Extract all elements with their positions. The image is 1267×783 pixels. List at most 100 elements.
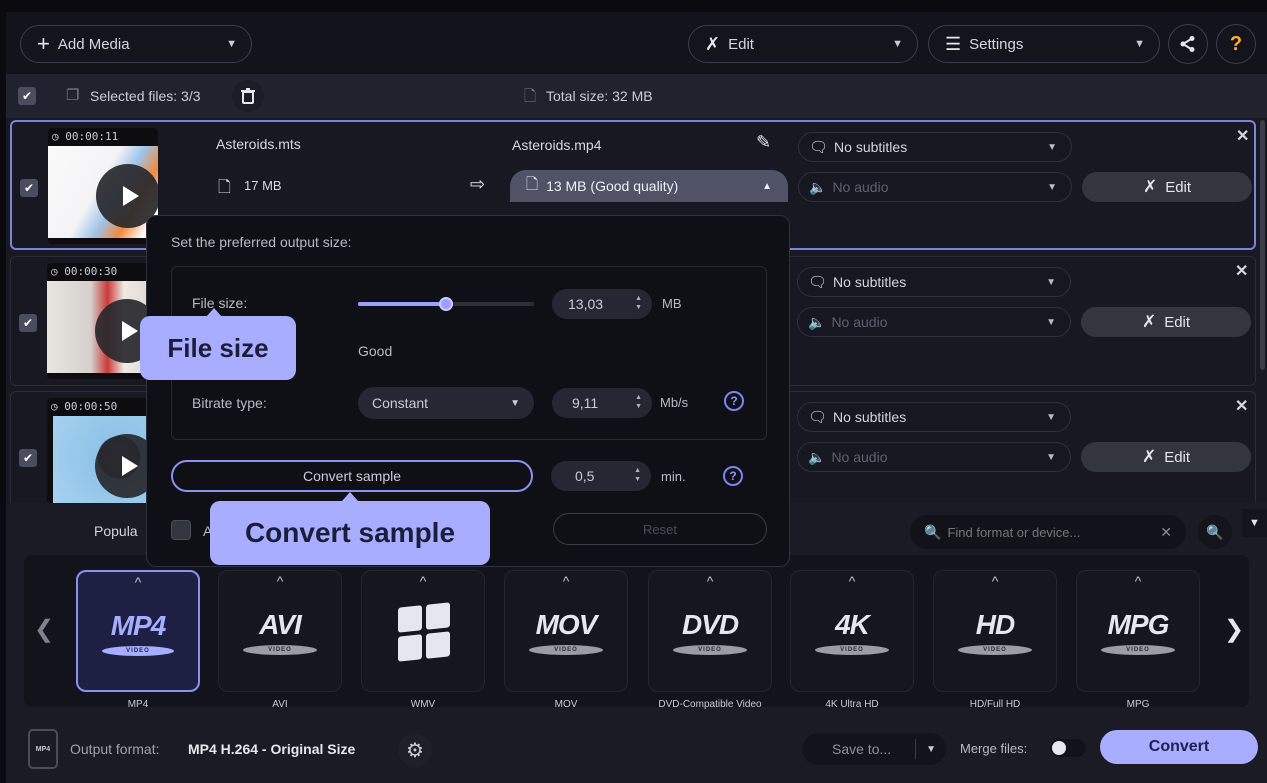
format-carousel: ❮ ❯ ^ MP4 VIDEO MP4 ^ AVI VIDEO AVI ^ WMV ^ MOV VIDE… [24, 555, 1249, 710]
video-thumbnail[interactable]: ◷ 00:00:11 [48, 128, 158, 244]
slider-handle[interactable] [439, 297, 453, 311]
convert-button[interactable]: Convert [1100, 730, 1258, 764]
file-size-slider[interactable] [358, 297, 534, 311]
remove-file-button[interactable]: ✕ [1235, 261, 1248, 281]
file-list-scrollbar[interactable] [1260, 120, 1265, 370]
bitrate-help-icon[interactable]: ? [724, 391, 744, 411]
settings-menu-button[interactable]: ☰ Settings ▼ [928, 25, 1160, 63]
chevron-up-icon[interactable]: ^ [505, 573, 627, 589]
file-edit-button[interactable]: ✗ Edit [1081, 307, 1251, 337]
format-card-dvd-compatible-video[interactable]: ^ DVD VIDEO [648, 570, 772, 692]
bottom-bar: MP4 Output format: MP4 H.264 - Original … [6, 715, 1267, 783]
file-checkbox[interactable]: ✔ [19, 314, 37, 332]
output-size-label: 13 MB (Good quality) [546, 178, 679, 194]
stepper-arrows-icon[interactable]: ▲ ▼ [635, 294, 642, 312]
video-disc-icon: VIDEO [529, 645, 603, 655]
format-card-mov[interactable]: ^ MOV VIDEO [504, 570, 628, 692]
file-edit-label: Edit [1165, 178, 1192, 196]
save-to-dropdown[interactable]: Save to... ▼ [802, 733, 946, 765]
audio-label: No audio [831, 449, 888, 465]
rename-pencil-icon[interactable]: ✎ [756, 132, 771, 153]
sample-length-input[interactable]: 0,5 ▲ ▼ [551, 461, 651, 491]
popup-title: Set the preferred output size: [171, 234, 352, 250]
subtitles-dropdown[interactable]: 🗨 No subtitles ▼ [797, 402, 1071, 432]
chevron-down-icon: ▼ [1046, 411, 1056, 423]
chevron-up-icon[interactable]: ^ [934, 573, 1056, 589]
speech-bubble-icon: 🗨 [809, 139, 829, 156]
convert-sample-button[interactable]: Convert sample [171, 460, 533, 492]
file-edit-button[interactable]: ✗ Edit [1082, 172, 1252, 202]
file-edit-button[interactable]: ✗ Edit [1081, 442, 1251, 472]
output-size-dropdown[interactable]: 🗋 13 MB (Good quality) ▲ [510, 170, 788, 202]
audio-label: No audio [832, 179, 889, 195]
add-media-button[interactable]: + Add Media ▼ [20, 25, 252, 63]
format-search-input[interactable] [947, 524, 1148, 540]
reset-button[interactable]: Reset [553, 513, 767, 545]
chevron-up-icon[interactable]: ^ [1077, 573, 1199, 589]
duration-label: ◷ 00:00:30 [51, 265, 118, 278]
next-formats-button[interactable]: ❯ [1224, 615, 1244, 644]
edit-menu-button[interactable]: ✗ Edit ▼ [688, 25, 918, 63]
merge-files-toggle[interactable] [1050, 739, 1086, 757]
prev-formats-button[interactable]: ❮ [34, 615, 54, 644]
file-size-value: 13,03 [568, 296, 604, 312]
file-size-input[interactable]: 13,03 ▲ ▼ [552, 289, 652, 319]
search-icon: 🔍 [924, 523, 942, 540]
stepper-arrows-icon[interactable]: ▲ ▼ [635, 393, 642, 411]
chevron-up-icon[interactable]: ^ [219, 573, 341, 589]
audio-dropdown[interactable]: 🔈 No audio ▼ [798, 172, 1072, 202]
chevron-down-icon: ▼ [1249, 517, 1260, 529]
file-checkbox[interactable]: ✔ [19, 449, 37, 467]
bitrate-type-value: Constant [372, 395, 429, 411]
help-button[interactable]: ? [1216, 24, 1256, 64]
plus-icon: + [37, 31, 50, 56]
format-card-4k-ultra-hd[interactable]: ^ 4K VIDEO [790, 570, 914, 692]
video-disc-icon: VIDEO [102, 646, 174, 656]
stepper-arrows-icon[interactable]: ▲ ▼ [634, 466, 641, 484]
windows-logo-icon [398, 602, 450, 662]
output-settings-button[interactable]: ⚙ [398, 733, 432, 767]
speech-bubble-icon: 🗨 [808, 274, 828, 291]
format-card-mpg[interactable]: ^ MPG VIDEO [1076, 570, 1200, 692]
share-button[interactable] [1168, 24, 1208, 64]
audio-label: No audio [831, 314, 888, 330]
audio-dropdown[interactable]: 🔈 No audio ▼ [797, 307, 1071, 337]
format-card-hd-full-hd[interactable]: ^ HD VIDEO [933, 570, 1057, 692]
clear-search-icon[interactable]: ✕ [1160, 524, 1172, 541]
subtitles-dropdown[interactable]: 🗨 No subtitles ▼ [797, 267, 1071, 297]
remove-file-button[interactable]: ✕ [1235, 396, 1248, 416]
reset-label: Reset [643, 521, 677, 537]
chevron-down-icon: ▼ [926, 743, 936, 755]
file-icon: 🗋 [218, 179, 231, 196]
tools-icon: ✗ [705, 33, 721, 54]
bitrate-value: 9,11 [572, 395, 599, 411]
audio-dropdown[interactable]: 🔈 No audio ▼ [797, 442, 1071, 472]
chevron-up-icon[interactable]: ^ [791, 573, 913, 589]
subtitles-dropdown[interactable]: 🗨 No subtitles ▼ [798, 132, 1072, 162]
remove-file-button[interactable]: ✕ [1236, 126, 1249, 146]
format-card-avi[interactable]: ^ AVI VIDEO [218, 570, 342, 692]
file-size-tooltip: File size [140, 316, 296, 380]
chevron-up-icon[interactable]: ^ [362, 573, 484, 589]
collapse-formats-button[interactable]: ▼ [1242, 509, 1267, 537]
bitrate-type-dropdown[interactable]: Constant ▼ [358, 387, 534, 419]
chevron-up-icon[interactable]: ^ [649, 573, 771, 589]
delete-button[interactable] [232, 80, 264, 112]
convert-sample-tooltip: Convert sample [210, 501, 490, 565]
subtitles-label: No subtitles [833, 409, 907, 425]
chevron-up-icon[interactable]: ^ [78, 574, 198, 590]
apply-all-checkbox[interactable] [171, 520, 191, 540]
popular-tab[interactable]: Popula [94, 523, 138, 539]
file-checkbox[interactable]: ✔ [20, 179, 38, 197]
format-search[interactable]: 🔍 ✕ [910, 515, 1186, 549]
bitrate-input[interactable]: 9,11 ▲ ▼ [552, 388, 652, 418]
format-card-mp4[interactable]: ^ MP4 VIDEO [76, 570, 200, 692]
sample-length-value: 0,5 [575, 468, 595, 484]
select-all-checkbox[interactable]: ✔ [18, 87, 36, 105]
format-card-wmv[interactable]: ^ [361, 570, 485, 692]
top-toolbar: + Add Media ▼ ✗ Edit ▼ ☰ Settings ▼ ? [6, 12, 1267, 74]
sample-help-icon[interactable]: ? [723, 466, 743, 486]
device-search-button[interactable]: 🔍 [1198, 515, 1232, 549]
video-thumbnail[interactable]: ◷ 00:00:50 [47, 398, 157, 504]
chevron-down-icon: ▼ [1134, 38, 1145, 50]
